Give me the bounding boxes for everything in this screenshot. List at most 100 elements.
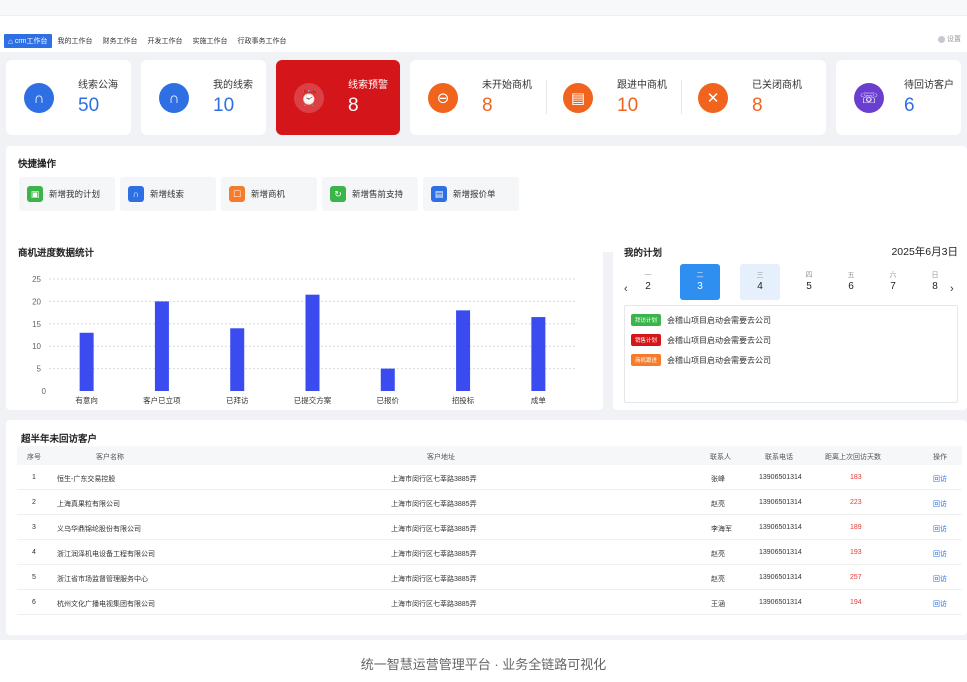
stat-opportunities-group: ⊖ 未开始商机 8 ▤ 跟进中商机 10 ✕ 已关闭商机 8 xyxy=(410,60,826,135)
browser-top-strip xyxy=(0,0,967,16)
add-presales-button[interactable]: ↻ 新增售前支持 xyxy=(322,177,418,211)
plan-tag: 拜访计划 xyxy=(631,314,662,326)
revisit-link[interactable]: 回访 xyxy=(933,474,947,484)
revisit-link[interactable]: 回访 xyxy=(933,599,947,609)
day-fri[interactable]: 五6 xyxy=(831,264,871,300)
opportunity-chart-panel: 商机进度数据统计 0 5 10 15 20 25 有意向 客户已立项 已拜访 已提交方案 已报价 招投… xyxy=(6,233,603,410)
bar[interactable] xyxy=(456,310,471,391)
minus-icon: ⊖ xyxy=(428,83,458,113)
lead-icon: ∩ xyxy=(159,83,189,113)
tab-dev[interactable]: 开发工作台 xyxy=(144,34,187,48)
alarm-icon: ⏰ xyxy=(294,83,324,113)
revisit-link[interactable]: 回访 xyxy=(933,574,947,584)
table-cell: 李海军 xyxy=(711,526,732,533)
y-tick-label: 15 xyxy=(32,320,41,329)
day-sun[interactable]: 日8 xyxy=(915,264,955,300)
plan-icon: ▣ xyxy=(27,186,43,202)
crm-dashboard: ⌂ crm工作台 我的工作台 财务工作台 开发工作台 实施工作台 行政事务工作台 … xyxy=(0,30,967,640)
table-cell: 恒生-广东交易控股 xyxy=(57,476,116,483)
bar-chart: 0 5 10 15 20 25 有意向 客户已立项 已拜访 已提交方案 已报价 招投标 成单 xyxy=(32,275,576,405)
day-wed[interactable]: 三4 xyxy=(740,264,780,300)
bar[interactable] xyxy=(230,328,245,391)
y-tick-label: 0 xyxy=(42,387,47,396)
day-thu[interactable]: 四5 xyxy=(789,264,829,300)
close-icon: ✕ xyxy=(698,83,728,113)
plan-item[interactable]: 销售计划 会稽山项目启动会需要去公司 xyxy=(631,334,771,346)
table-cell: 王涵 xyxy=(711,601,725,608)
table-cell: 3 xyxy=(32,524,36,531)
table-cell: 赵亮 xyxy=(711,576,725,583)
plan-title: 我的计划 xyxy=(624,248,663,259)
tab-admin[interactable]: 行政事务工作台 xyxy=(234,34,291,48)
table-row: 1 恒生-广东交易控股 上海市闵行区七莘路3885弄 张峰 13906501314 183… xyxy=(17,465,962,490)
tab-finance[interactable]: 财务工作台 xyxy=(99,34,142,48)
stat-lead-alert[interactable]: ⏰ 线索预警 8 xyxy=(276,60,400,135)
table-cell: 上海市闵行区七莘路3885弄 xyxy=(391,501,477,508)
table-header: 序号 客户名称 客户地址 联系人 联系电话 距离上次回访天数 操作 xyxy=(17,446,962,465)
y-tick-label: 10 xyxy=(32,342,41,351)
lead-add-icon: ∩ xyxy=(128,186,144,202)
day-sat[interactable]: 六7 xyxy=(873,264,913,300)
revisit-link[interactable]: 回访 xyxy=(933,549,947,559)
day-mon[interactable]: 一2 xyxy=(628,264,668,300)
support-icon: ↻ xyxy=(330,186,346,202)
page-caption: 统一智慧运营管理平台 · 业务全链路可视化 xyxy=(360,657,607,672)
bar[interactable] xyxy=(154,301,169,391)
stat-in-progress[interactable]: ▤ 跟进中商机 10 xyxy=(545,60,681,135)
add-my-plan-button[interactable]: ▣ 新增我的计划 xyxy=(19,177,115,211)
table-cell: 赵亮 xyxy=(711,551,725,558)
table-cell: 上海市闵行区七莘路3885弄 xyxy=(391,551,477,558)
stat-closed[interactable]: ✕ 已关闭商机 8 xyxy=(680,60,820,135)
table-title: 超半年未回访客户 xyxy=(21,434,98,445)
plan-item[interactable]: 拜访计划 会稽山项目启动会需要去公司 xyxy=(631,314,771,326)
bar[interactable] xyxy=(531,317,546,391)
add-quote-button[interactable]: ▤ 新增报价单 xyxy=(423,177,519,211)
table-cell: 6 xyxy=(32,599,36,606)
table-row: 5 浙江省市场监督管理服务中心 上海市闵行区七莘路3885弄 赵亮 1390650131… xyxy=(17,565,962,590)
table-cell: 4 xyxy=(32,549,36,556)
tab-crm[interactable]: ⌂ crm工作台 xyxy=(4,34,52,48)
bar[interactable] xyxy=(380,368,395,391)
x-tick-label: 招投标 xyxy=(452,395,475,405)
next-week-arrow[interactable]: › xyxy=(950,283,954,295)
x-tick-label: 已拜访 xyxy=(226,395,249,405)
add-opportunity-button[interactable]: ☐ 新增商机 xyxy=(221,177,317,211)
workspace-tabs: ⌂ crm工作台 我的工作台 财务工作台 开发工作台 实施工作台 行政事务工作台 … xyxy=(0,30,967,52)
bar[interactable] xyxy=(305,294,320,391)
table-cell: 2 xyxy=(32,499,36,506)
x-tick-label: 客户已立项 xyxy=(143,395,181,405)
home-icon: ⌂ xyxy=(8,36,13,46)
plan-date: 2025年6月3日 xyxy=(891,246,958,258)
stat-my-leads[interactable]: ∩ 我的线索 10 xyxy=(141,60,266,135)
bar[interactable] xyxy=(79,332,94,391)
settings-link[interactable]: 设置 xyxy=(938,34,961,44)
doc-icon: ▤ xyxy=(563,83,593,113)
stat-not-started[interactable]: ⊖ 未开始商机 8 xyxy=(410,60,546,135)
tab-my-workspace[interactable]: 我的工作台 xyxy=(54,34,97,48)
revisit-link[interactable]: 回访 xyxy=(933,499,947,509)
table-cell: 浙江润泽机电设备工程有限公司 xyxy=(57,551,155,558)
plan-item[interactable]: 商机跟进 会稽山项目启动会需要去公司 xyxy=(631,354,771,366)
days-since-visit: 189 xyxy=(850,524,862,531)
settings-icon xyxy=(938,35,945,43)
days-since-visit: 194 xyxy=(850,599,862,606)
pool-icon: ∩ xyxy=(24,83,54,113)
stat-leads-pool[interactable]: ∩ 线索公海 50 xyxy=(6,60,131,135)
days-since-visit: 223 xyxy=(850,499,862,506)
tab-implementation[interactable]: 实施工作台 xyxy=(189,34,232,48)
table-cell: 张峰 xyxy=(711,476,725,483)
quick-actions-title: 快捷操作 xyxy=(18,159,57,170)
stat-to-visit[interactable]: ☏ 待回访客户 6 xyxy=(836,60,961,135)
day-tue-selected[interactable]: 二3 xyxy=(680,264,720,300)
table-cell: 上海市闵行区七莘路3885弄 xyxy=(391,576,477,583)
plan-tag: 商机跟进 xyxy=(631,354,662,366)
add-lead-button[interactable]: ∩ 新增线索 xyxy=(120,177,216,211)
plan-list: 拜访计划 会稽山项目启动会需要去公司 销售计划 会稽山项目启动会需要去公司 商机跟进… xyxy=(624,305,958,403)
days-since-visit: 193 xyxy=(850,549,862,556)
y-tick-label: 5 xyxy=(37,365,42,374)
stats-row: ∩ 线索公海 50 ∩ 我的线索 10 ⏰ 线索预警 8 ⊖ 未开始商机 8 ▤… xyxy=(6,60,967,135)
table-cell: 13906501314 xyxy=(759,499,802,506)
revisit-link[interactable]: 回访 xyxy=(933,524,947,534)
table-row: 2 上海真果粒有限公司 上海市闵行区七莘路3885弄 赵亮 13906501314 223… xyxy=(17,490,962,515)
plan-tag: 销售计划 xyxy=(631,334,662,346)
